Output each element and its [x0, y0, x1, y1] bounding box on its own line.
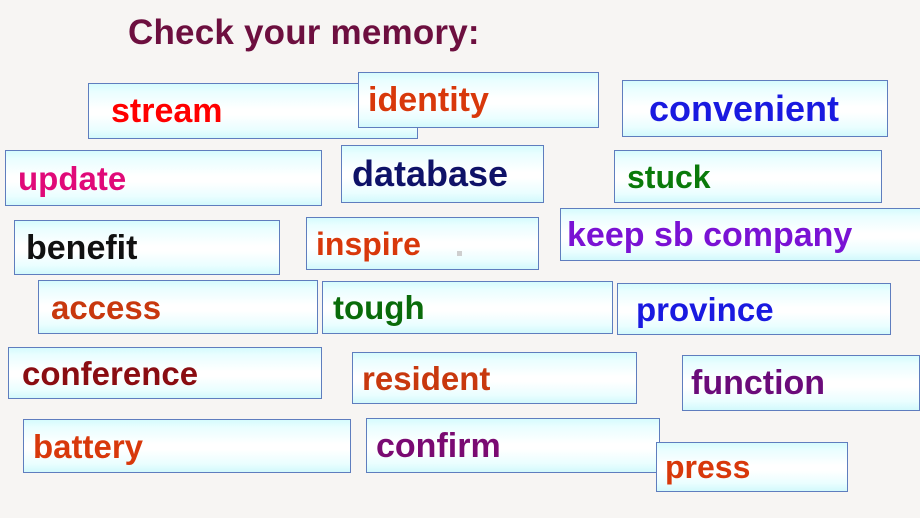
word-label: benefit: [26, 228, 138, 267]
word-label: database: [352, 153, 509, 194]
word-box[interactable]: function: [682, 355, 920, 411]
word-box[interactable]: conference: [8, 347, 322, 399]
word-label: function: [691, 364, 826, 402]
word-label: stream: [111, 92, 223, 130]
word-label: press: [665, 449, 751, 485]
word-box[interactable]: keep sb company: [560, 208, 920, 261]
word-label: battery: [33, 427, 144, 465]
word-box[interactable]: access: [38, 280, 318, 334]
word-label: update: [18, 159, 127, 197]
slide-canvas: Check your memory: stream identity conveni…: [0, 0, 920, 518]
word-box[interactable]: resident: [352, 352, 637, 404]
word-label: tough: [333, 289, 425, 326]
word-box[interactable]: confirm: [366, 418, 660, 473]
word-box[interactable]: inspire: [306, 217, 539, 270]
word-box[interactable]: convenient: [622, 80, 888, 137]
word-box[interactable]: benefit: [14, 220, 280, 275]
word-box[interactable]: tough: [322, 281, 613, 334]
word-box[interactable]: stuck: [614, 150, 882, 203]
word-label: access: [51, 288, 162, 326]
word-label: conference: [22, 354, 199, 392]
page-title: Check your memory:: [128, 13, 480, 52]
word-box[interactable]: press: [656, 442, 848, 492]
word-box[interactable]: database: [341, 145, 544, 203]
word-box[interactable]: battery: [23, 419, 351, 473]
word-box[interactable]: identity: [358, 72, 599, 128]
word-label: keep sb company: [567, 215, 853, 254]
word-label: convenient: [649, 87, 840, 129]
word-label: inspire: [316, 225, 421, 262]
word-label: identity: [368, 81, 489, 119]
word-box[interactable]: update: [5, 150, 322, 206]
word-label: resident: [362, 359, 491, 397]
word-label: stuck: [627, 158, 711, 195]
word-label: province: [636, 290, 774, 328]
word-label: confirm: [376, 426, 501, 465]
stray-dot-marker: [457, 251, 462, 256]
word-box[interactable]: province: [617, 283, 891, 335]
